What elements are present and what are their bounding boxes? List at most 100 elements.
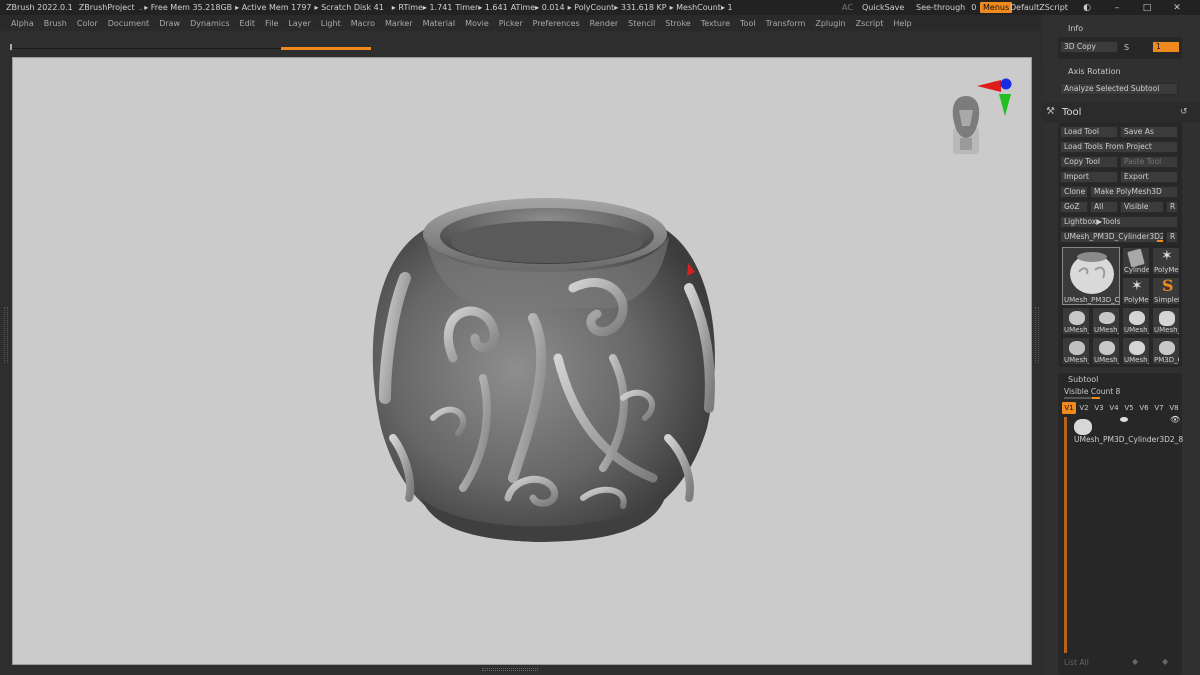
menu-file[interactable]: File bbox=[265, 19, 278, 28]
thumb-pm3d[interactable]: PM3D_C bbox=[1152, 337, 1180, 365]
menu-help[interactable]: Help bbox=[893, 19, 911, 28]
bottom-tray-grip[interactable] bbox=[482, 668, 538, 671]
thumb-polymesh[interactable]: ✶ PolyMes bbox=[1152, 247, 1180, 275]
thumb-umesh-5[interactable]: UMesh_ bbox=[1062, 337, 1090, 365]
v7-button[interactable]: V7 bbox=[1152, 402, 1166, 414]
menus-toggle[interactable]: Menus bbox=[980, 0, 1013, 15]
menu-material[interactable]: Material bbox=[423, 19, 456, 28]
menu-movie[interactable]: Movie bbox=[465, 19, 489, 28]
menu-preferences[interactable]: Preferences bbox=[533, 19, 580, 28]
analyze-subtool-button[interactable]: Analyze Selected Subtool bbox=[1060, 83, 1178, 95]
thumb-umesh-3[interactable]: UMesh_ bbox=[1122, 307, 1150, 335]
v5-button[interactable]: V5 bbox=[1122, 402, 1136, 414]
3d-copy-button[interactable]: 3D Copy bbox=[1060, 41, 1118, 53]
v6-button[interactable]: V6 bbox=[1137, 402, 1151, 414]
quicksave-button[interactable]: QuickSave bbox=[862, 0, 904, 15]
menu-render[interactable]: Render bbox=[590, 19, 618, 28]
menu-marker[interactable]: Marker bbox=[385, 19, 413, 28]
menu-draw[interactable]: Draw bbox=[159, 19, 180, 28]
menu-stroke[interactable]: Stroke bbox=[665, 19, 691, 28]
v8-button[interactable]: V8 bbox=[1167, 402, 1181, 414]
subtool-title[interactable]: Subtool bbox=[1068, 375, 1098, 384]
menu-light[interactable]: Light bbox=[321, 19, 341, 28]
visible-count[interactable]: Visible Count 8 bbox=[1064, 387, 1120, 396]
menu-macro[interactable]: Macro bbox=[351, 19, 375, 28]
menu-brush[interactable]: Brush bbox=[44, 19, 67, 28]
tool-header[interactable]: ⚒ Tool ↺ bbox=[1042, 103, 1200, 123]
load-tool-button[interactable]: Load Tool bbox=[1060, 126, 1118, 138]
clone-button[interactable]: Clone bbox=[1060, 186, 1088, 198]
close-icon[interactable]: ✕ bbox=[1170, 3, 1184, 13]
s-slider[interactable]: 1 bbox=[1152, 41, 1180, 53]
thumb-umesh-6[interactable]: UMesh_ bbox=[1092, 337, 1120, 365]
list-all-button[interactable]: List All bbox=[1064, 658, 1089, 667]
tool-panel: Info 3D Copy S 1 Axis Rotation Analyze S… bbox=[1042, 15, 1200, 675]
thumb-pm3d-label: PM3D_C bbox=[1154, 356, 1180, 364]
menu-dynamics[interactable]: Dynamics bbox=[190, 19, 229, 28]
menu-edit[interactable]: Edit bbox=[240, 19, 256, 28]
left-tray-grip[interactable] bbox=[4, 307, 8, 363]
default-zscript-button[interactable]: DefaultZScript bbox=[1010, 0, 1068, 15]
project-name: ZBrushProject bbox=[78, 3, 135, 12]
see-through-slider[interactable]: See-through 0 bbox=[916, 0, 977, 17]
thumb-simplebrush[interactable]: S SimpleB bbox=[1152, 277, 1180, 305]
thumb-umesh-1[interactable]: UMesh_ bbox=[1062, 307, 1090, 335]
paste-tool-button[interactable]: Paste Tool bbox=[1120, 156, 1178, 168]
v4-button[interactable]: V4 bbox=[1107, 402, 1121, 414]
save-as-button[interactable]: Save As bbox=[1120, 126, 1178, 138]
thumb-umesh-4[interactable]: UMesh_ bbox=[1152, 307, 1180, 335]
right-tray-grip[interactable] bbox=[1035, 307, 1039, 363]
axis-gizmo[interactable] bbox=[977, 78, 1012, 117]
mesh-icon-7 bbox=[1129, 341, 1145, 355]
current-tool-r-button[interactable]: R bbox=[1166, 231, 1178, 243]
make-polymesh-button[interactable]: Make PolyMesh3D bbox=[1090, 186, 1178, 198]
menu-zplugin[interactable]: Zplugin bbox=[815, 19, 845, 28]
menu-zscript[interactable]: Zscript bbox=[856, 19, 884, 28]
thumb-umesh-6-label: UMesh_ bbox=[1094, 356, 1120, 364]
subtool-toggle-icon[interactable] bbox=[1120, 417, 1128, 422]
lightbox-tools-button[interactable]: Lightbox▶Tools bbox=[1060, 216, 1178, 228]
move-up-icon[interactable]: ◆ bbox=[1132, 657, 1138, 666]
shelf-handle[interactable] bbox=[10, 44, 12, 50]
import-button[interactable]: Import bbox=[1060, 171, 1118, 183]
thumb-cylinder[interactable]: Cylinder bbox=[1122, 247, 1150, 275]
move-down-icon[interactable]: ◆ bbox=[1162, 657, 1168, 666]
layout-icon[interactable]: ◐ bbox=[1080, 3, 1094, 13]
menu-transform[interactable]: Transform bbox=[766, 19, 806, 28]
thumb-main[interactable]: UMesh_PM3D_C bbox=[1062, 247, 1120, 305]
ac-button[interactable]: AC bbox=[842, 0, 853, 15]
menu-alpha[interactable]: Alpha bbox=[11, 19, 34, 28]
menu-stencil[interactable]: Stencil bbox=[628, 19, 655, 28]
menu-picker[interactable]: Picker bbox=[499, 19, 523, 28]
subtool-item[interactable]: 👁 UMesh_PM3D_Cylinder3D2_8 bbox=[1072, 415, 1183, 447]
goz-all-button[interactable]: All bbox=[1090, 201, 1118, 213]
thumb-umesh-2[interactable]: UMesh_ bbox=[1092, 307, 1120, 335]
v3-button[interactable]: V3 bbox=[1092, 402, 1106, 414]
thumb-umesh-3-label: UMesh_ bbox=[1124, 326, 1150, 334]
see-through-value: 0 bbox=[971, 3, 977, 12]
menu-texture[interactable]: Texture bbox=[701, 19, 730, 28]
v2-button[interactable]: V2 bbox=[1077, 402, 1091, 414]
menu-color[interactable]: Color bbox=[77, 19, 98, 28]
navigation-head[interactable] bbox=[952, 96, 980, 154]
goz-button[interactable]: GoZ bbox=[1060, 201, 1088, 213]
menu-tool[interactable]: Tool bbox=[740, 19, 756, 28]
maximize-icon[interactable]: □ bbox=[1140, 3, 1154, 13]
subtool-scrollbar[interactable] bbox=[1064, 417, 1067, 653]
load-tools-from-project-button[interactable]: Load Tools From Project bbox=[1060, 141, 1178, 153]
minimize-icon[interactable]: – bbox=[1110, 3, 1124, 13]
export-button[interactable]: Export bbox=[1120, 171, 1178, 183]
goz-r-button[interactable]: R bbox=[1166, 201, 1178, 213]
refresh-icon[interactable]: ↺ bbox=[1180, 107, 1188, 117]
copy-tool-button[interactable]: Copy Tool bbox=[1060, 156, 1118, 168]
thumb-umesh-5-label: UMesh_ bbox=[1064, 356, 1090, 364]
menu-document[interactable]: Document bbox=[108, 19, 149, 28]
eye-icon[interactable]: 👁 bbox=[1170, 415, 1180, 424]
thumb-umesh-7[interactable]: UMesh_ bbox=[1122, 337, 1150, 365]
thumb-polymesh-2[interactable]: ✶ PolyMes bbox=[1122, 277, 1150, 305]
current-tool-slider[interactable]: UMesh_PM3D_Cylinder3D2_8 bbox=[1060, 231, 1164, 243]
menu-layer[interactable]: Layer bbox=[288, 19, 310, 28]
document-canvas[interactable] bbox=[12, 57, 1032, 665]
v1-button[interactable]: V1 bbox=[1062, 402, 1076, 414]
goz-visible-button[interactable]: Visible bbox=[1120, 201, 1164, 213]
